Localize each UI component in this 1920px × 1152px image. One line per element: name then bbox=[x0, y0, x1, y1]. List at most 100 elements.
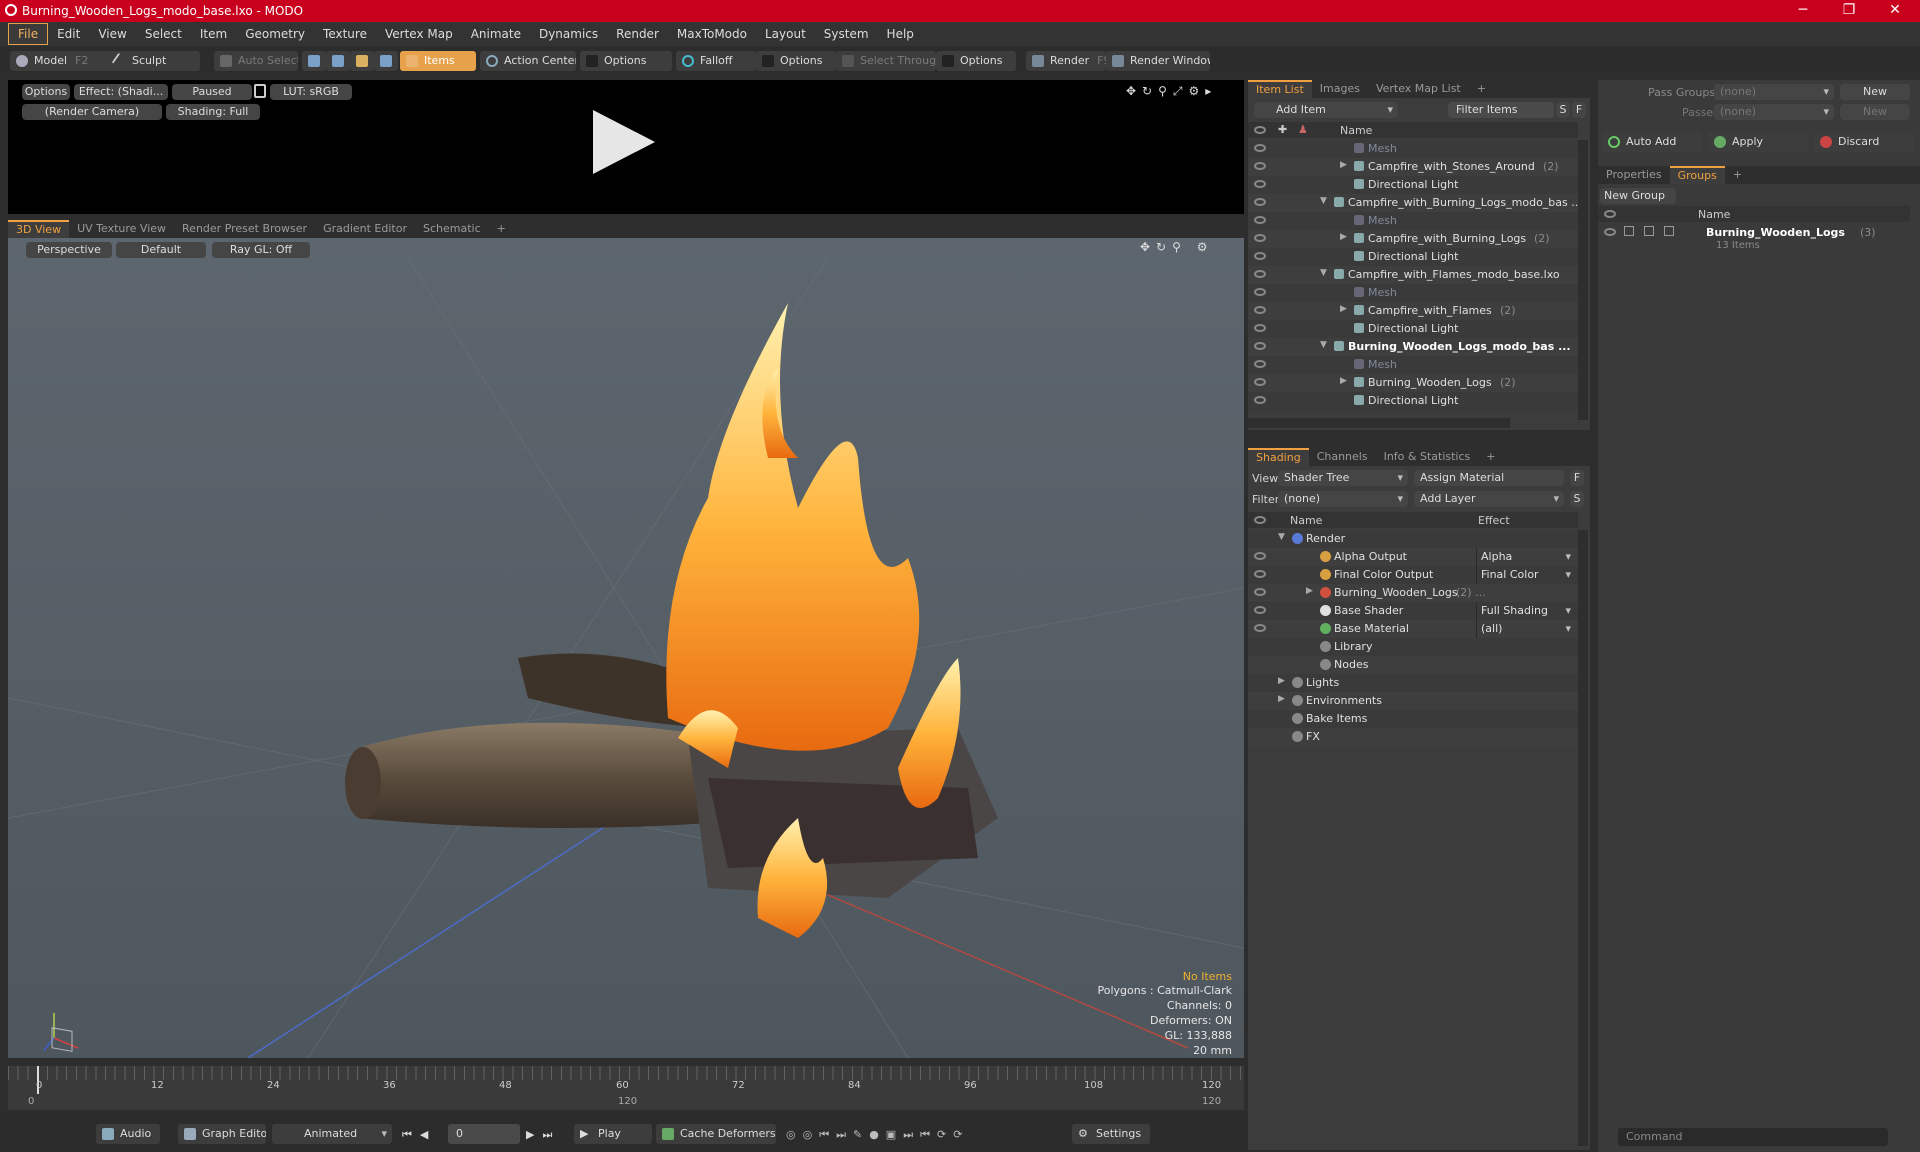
filter-items-input[interactable]: Filter Items bbox=[1448, 102, 1554, 118]
auto-select-button[interactable]: Auto Select bbox=[214, 51, 298, 71]
item-list-row[interactable]: Directional Light bbox=[1248, 176, 1578, 194]
add-tab-button[interactable]: + bbox=[489, 220, 514, 238]
shader-tree-row[interactable]: ▼ Render bbox=[1248, 530, 1578, 548]
tab-uv-texture-view[interactable]: UV Texture View bbox=[69, 220, 174, 238]
key-tools-icons[interactable]: ◎◎⏮⏭✎●▣⏭⏮⟳⟳ bbox=[786, 1128, 969, 1142]
visibility-eye-icon[interactable] bbox=[1254, 588, 1266, 596]
visibility-eye-icon[interactable] bbox=[1254, 216, 1266, 224]
viewport-nav-icons[interactable]: ✥↻⚲ ⚙ bbox=[1140, 240, 1213, 254]
visibility-eye-icon[interactable] bbox=[1254, 144, 1266, 152]
maximize-button[interactable]: ❐ bbox=[1826, 0, 1872, 22]
shader-tree-row[interactable]: ▶ Burning_Wooden_Logs (2) ... bbox=[1248, 584, 1578, 602]
collapse-arrow-icon[interactable]: ▼ bbox=[1278, 532, 1285, 542]
item-list-row[interactable]: ▼ Campfire_with_Burning_Logs_modo_bas ... bbox=[1248, 194, 1578, 212]
materials-mode-button[interactable] bbox=[374, 51, 398, 71]
falloff-options-button[interactable]: Options bbox=[756, 51, 836, 71]
select-through-options-button[interactable]: Options bbox=[936, 51, 1016, 71]
step-forward-icons[interactable]: ▶⏭ bbox=[526, 1128, 560, 1142]
menu-file[interactable]: File bbox=[8, 23, 49, 45]
visibility-eye-icon[interactable] bbox=[1254, 288, 1266, 296]
pass-groups-dropdown[interactable]: (none) bbox=[1714, 84, 1834, 100]
shader-tree-row[interactable]: ▶ Environments bbox=[1248, 692, 1578, 710]
tab-info-statistics[interactable]: Info & Statistics bbox=[1376, 448, 1479, 466]
new-pass-button[interactable]: New bbox=[1840, 104, 1910, 120]
item-list-row[interactable]: ▶ Campfire_with_Stones_Around (2) bbox=[1248, 158, 1578, 176]
menu-geometry[interactable]: Geometry bbox=[236, 24, 314, 44]
play-button[interactable]: ▶ Play bbox=[574, 1124, 652, 1144]
item-list-row[interactable]: Mesh bbox=[1248, 356, 1578, 374]
tab-gradient-editor[interactable]: Gradient Editor bbox=[315, 220, 415, 238]
item-list-hscrollbar[interactable] bbox=[1248, 418, 1510, 428]
effect-dropdown[interactable]: Alpha bbox=[1476, 548, 1576, 566]
shader-tree-row[interactable]: Alpha Output Alpha bbox=[1248, 548, 1578, 566]
polygons-mode-button[interactable] bbox=[350, 51, 374, 71]
tab-properties[interactable]: Properties bbox=[1598, 166, 1670, 184]
visibility-eye-icon[interactable] bbox=[1254, 606, 1266, 614]
new-group-button[interactable]: New Group bbox=[1600, 188, 1676, 204]
item-list-row[interactable]: ▼ Campfire_with_Flames_modo_base.lxo bbox=[1248, 266, 1578, 284]
menu-layout[interactable]: Layout bbox=[756, 24, 815, 44]
menu-render[interactable]: Render bbox=[607, 24, 668, 44]
item-list-row[interactable]: Directional Light bbox=[1248, 248, 1578, 266]
effect-dropdown[interactable]: Full Shading bbox=[1476, 602, 1576, 620]
lock-icon[interactable] bbox=[254, 84, 266, 98]
visibility-eye-icon[interactable] bbox=[1254, 360, 1266, 368]
add-item-dropdown[interactable]: Add Item bbox=[1254, 102, 1398, 118]
menu-help[interactable]: Help bbox=[878, 24, 923, 44]
expand-arrow-icon[interactable]: ▶ bbox=[1340, 160, 1347, 170]
group-row[interactable]: Burning_Wooden_Logs (3) 13 Items bbox=[1598, 224, 1910, 260]
tab-3d-view[interactable]: 3D View bbox=[8, 220, 70, 238]
model-mode-button[interactable]: Model F2 bbox=[10, 51, 110, 71]
default-shading-dropdown[interactable]: Default bbox=[116, 242, 206, 258]
filter-dropdown[interactable]: (none) bbox=[1278, 491, 1408, 507]
shader-tree-row[interactable]: Library bbox=[1248, 638, 1578, 656]
render-window-button[interactable]: Render Window bbox=[1106, 51, 1210, 71]
3d-viewport[interactable]: Perspective Default Ray GL: Off ✥↻⚲ ⚙ No… bbox=[8, 238, 1244, 1058]
effect-dropdown[interactable]: (all) bbox=[1476, 620, 1576, 638]
expand-arrow-icon[interactable]: ▶ bbox=[1340, 376, 1347, 386]
shader-tree-row[interactable]: ▶ Lights bbox=[1248, 674, 1578, 692]
f-button[interactable]: F bbox=[1570, 470, 1584, 486]
cache-deformers-button[interactable]: Cache Deformers bbox=[656, 1124, 776, 1144]
preview-options-button[interactable]: Options bbox=[22, 84, 70, 100]
visibility-eye-icon[interactable] bbox=[1254, 306, 1266, 314]
item-list-row[interactable]: Directional Light bbox=[1248, 320, 1578, 338]
select-through-button[interactable]: Select Through bbox=[836, 51, 936, 71]
items-mode-button[interactable]: Items bbox=[400, 51, 476, 71]
visibility-eye-icon[interactable] bbox=[1254, 252, 1266, 260]
apply-button[interactable]: Apply bbox=[1708, 132, 1808, 152]
item-list-scrollbar[interactable] bbox=[1578, 140, 1588, 420]
discard-button[interactable]: Discard bbox=[1814, 132, 1914, 152]
item-list-row[interactable]: ▶ Burning_Wooden_Logs (2) bbox=[1248, 374, 1578, 392]
new-pass-group-button[interactable]: New bbox=[1840, 84, 1910, 100]
view-dropdown[interactable]: Shader Tree bbox=[1278, 470, 1408, 486]
collapse-arrow-icon[interactable]: ▼ bbox=[1320, 268, 1327, 278]
preview-nav-icons[interactable]: ✥↻⚲⤢⚙▸ bbox=[1126, 84, 1217, 99]
visibility-eye-icon[interactable] bbox=[1254, 234, 1266, 242]
expand-arrow-icon[interactable]: ▶ bbox=[1340, 304, 1347, 314]
frame-input[interactable]: 0 bbox=[448, 1124, 520, 1144]
visibility-eye-icon[interactable] bbox=[1254, 378, 1266, 386]
render-toggle-icon[interactable] bbox=[1664, 226, 1674, 236]
graph-editor-button[interactable]: Graph Editor bbox=[178, 1124, 266, 1144]
visibility-eye-icon[interactable] bbox=[1254, 570, 1266, 578]
item-list-row[interactable]: ▶ Campfire_with_Flames (2) bbox=[1248, 302, 1578, 320]
collapse-arrow-icon[interactable]: ▼ bbox=[1320, 196, 1327, 206]
auto-add-button[interactable]: Auto Add bbox=[1602, 132, 1702, 152]
expand-arrow-icon[interactable]: ▶ bbox=[1306, 586, 1313, 596]
collapse-arrow-icon[interactable]: ▼ bbox=[1320, 340, 1327, 350]
vertices-mode-button[interactable] bbox=[302, 51, 326, 71]
visibility-eye-icon[interactable] bbox=[1254, 324, 1266, 332]
s-button[interactable]: S bbox=[1570, 491, 1584, 507]
shader-tree-row[interactable]: Nodes bbox=[1248, 656, 1578, 674]
close-button[interactable]: ✕ bbox=[1872, 0, 1918, 22]
shader-tree-scrollbar[interactable] bbox=[1578, 530, 1588, 1146]
visibility-eye-icon[interactable] bbox=[1254, 162, 1266, 170]
sculpt-mode-button[interactable]: Sculpt bbox=[108, 51, 200, 71]
lut-dropdown[interactable]: LUT: sRGB bbox=[270, 84, 352, 100]
item-list-row[interactable]: Mesh bbox=[1248, 140, 1578, 158]
edges-mode-button[interactable] bbox=[326, 51, 350, 71]
visibility-eye-icon[interactable] bbox=[1254, 270, 1266, 278]
assign-material-button[interactable]: Assign Material bbox=[1414, 470, 1564, 486]
menu-dynamics[interactable]: Dynamics bbox=[530, 24, 607, 44]
